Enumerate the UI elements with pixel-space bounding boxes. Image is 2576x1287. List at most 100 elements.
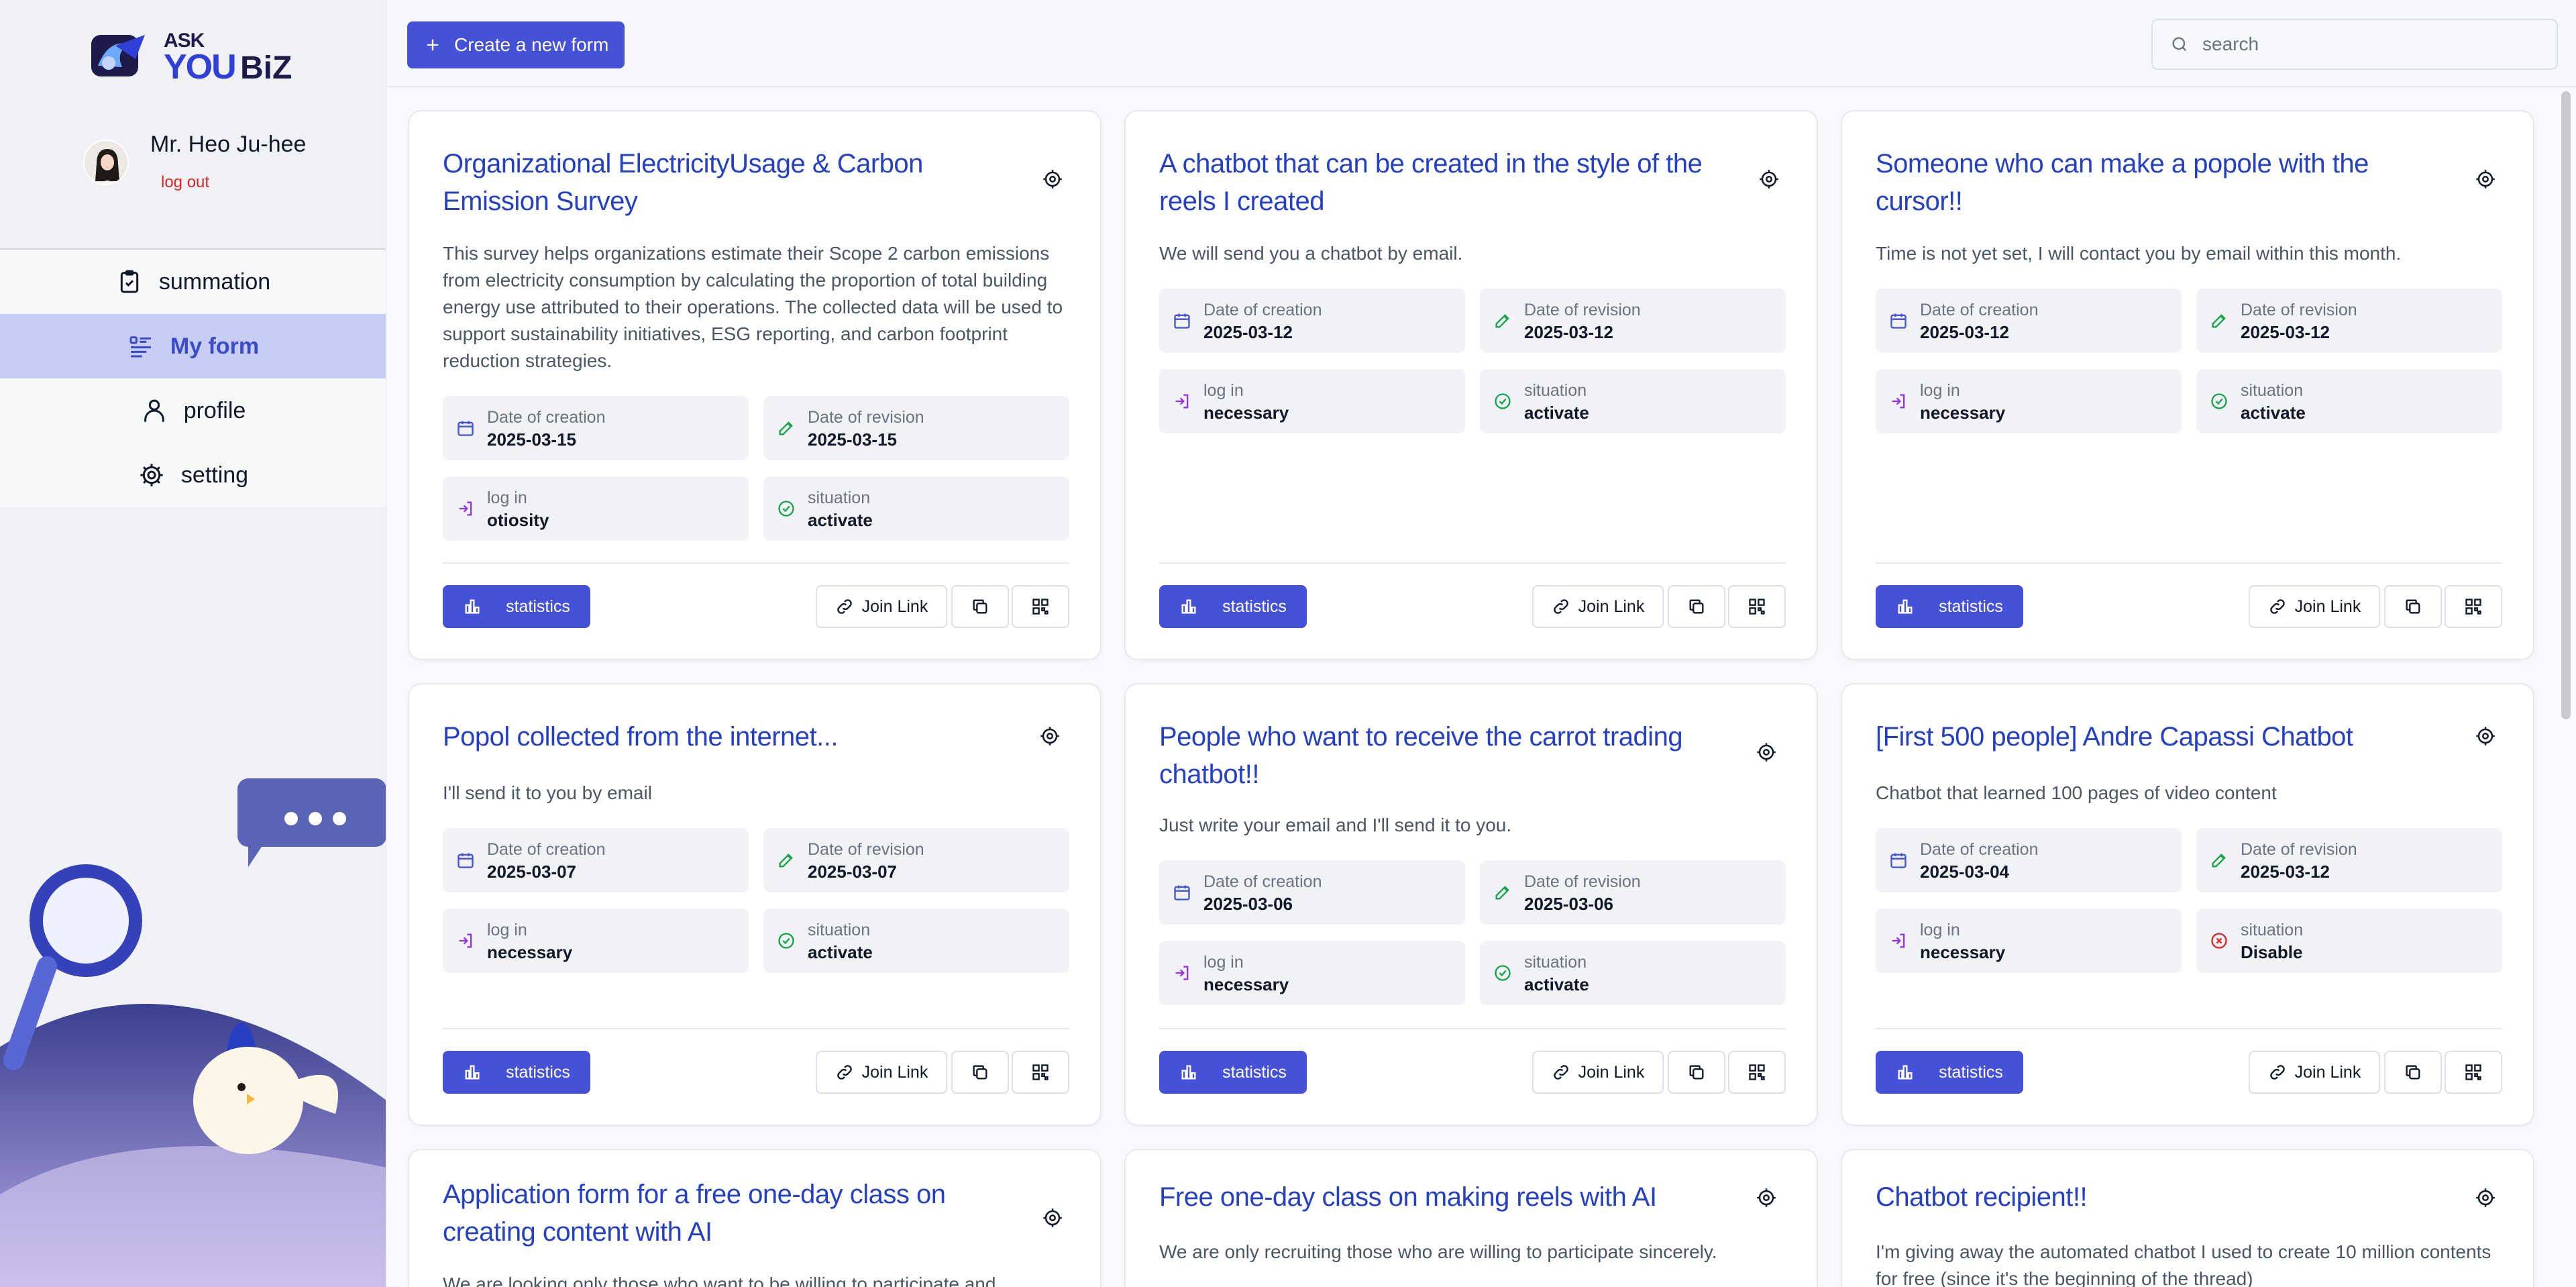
creation-value: 2025-03-06 <box>1203 894 1293 914</box>
card-settings-icon[interactable] <box>1042 1208 1063 1228</box>
login-value: necessary <box>1920 403 2006 423</box>
edit-icon <box>2212 314 2226 328</box>
bar-chart-icon <box>1181 1065 1196 1080</box>
card-title[interactable]: Popol collected from the internet... <box>443 718 1020 756</box>
join-link-button[interactable]: Join Link <box>1532 1051 1664 1094</box>
statistics-button[interactable]: statistics <box>443 585 590 628</box>
join-link-button[interactable]: Join Link <box>2249 1051 2380 1094</box>
revision-label: Date of revision <box>2241 301 2357 319</box>
login-label: log in <box>1920 381 1960 400</box>
card-title[interactable]: Someone who can make a popole with the c… <box>1876 145 2453 220</box>
check-circle-icon <box>778 501 794 517</box>
logout-link[interactable]: log out <box>161 173 209 192</box>
sidebar: ASK YOU BiZ Mr. Heo Ju-hee log out summa… <box>0 0 386 1287</box>
statistics-button[interactable]: statistics <box>1159 1051 1307 1094</box>
login-value: otiosity <box>487 510 549 530</box>
check-circle-icon <box>2211 393 2227 409</box>
statistics-button[interactable]: statistics <box>1876 585 2023 628</box>
card-title[interactable]: Chatbot recipient!! <box>1876 1178 2453 1216</box>
card-title[interactable]: Free one-day class on making reels with … <box>1159 1178 1736 1216</box>
copy-button[interactable] <box>1668 1051 1725 1094</box>
calendar-icon <box>1174 885 1190 900</box>
card-settings-icon[interactable] <box>1756 742 1776 762</box>
calendar-icon <box>1174 313 1190 329</box>
login-label: log in <box>1920 921 1960 939</box>
login-requirement: log in necessary <box>1876 369 2182 433</box>
login-label: log in <box>1203 381 1244 400</box>
edit-icon <box>779 421 793 435</box>
copy-button[interactable] <box>951 1051 1009 1094</box>
creation-date: Date of creation 2025-03-07 <box>443 828 749 892</box>
join-link-button[interactable]: Join Link <box>2249 585 2380 628</box>
card-settings-icon[interactable] <box>1040 726 1060 746</box>
join-link-button[interactable]: Join Link <box>1532 585 1664 628</box>
qr-code-button[interactable] <box>2445 585 2502 628</box>
revision-label: Date of revision <box>1524 872 1641 891</box>
form-card: Chatbot recipient!! I'm giving away the … <box>1841 1149 2534 1287</box>
card-description: Time is not yet set, I will contact you … <box>1876 243 2402 264</box>
qr-code-button[interactable] <box>1012 1051 1069 1094</box>
card-title[interactable]: Organizational ElectricityUsage & Carbon… <box>443 145 1020 220</box>
qr-code-button[interactable] <box>1728 1051 1786 1094</box>
login-icon <box>1175 394 1189 409</box>
brand-logo[interactable]: ASK YOU BiZ <box>89 28 303 89</box>
card-title[interactable]: People who want to receive the carrot tr… <box>1159 718 1736 793</box>
card-description: We are looking only those who want to be… <box>443 1274 1002 1287</box>
create-form-button[interactable]: Create a new form <box>407 21 625 68</box>
card-settings-icon[interactable] <box>2475 726 2496 746</box>
sidebar-item-label: summation <box>158 268 271 295</box>
situation-value: activate <box>808 942 873 962</box>
card-description: We are only recruiting those who are wil… <box>1159 1241 1717 1262</box>
revision-date: Date of revision 2025-03-12 <box>1480 289 1786 353</box>
card-settings-icon[interactable] <box>1042 169 1063 189</box>
revision-value: 2025-03-07 <box>808 862 897 882</box>
sidebar-item-summation[interactable]: summation <box>0 250 386 314</box>
statistics-button[interactable]: statistics <box>1159 585 1307 628</box>
form-card: People who want to receive the carrot tr… <box>1124 683 1818 1126</box>
revision-value: 2025-03-12 <box>2241 322 2330 342</box>
card-settings-icon[interactable] <box>2475 169 2496 189</box>
card-description: Just write your email and I'll send it t… <box>1159 815 1512 835</box>
topbar: Create a new form <box>387 0 2576 87</box>
creation-label: Date of creation <box>487 408 606 427</box>
qr-code-button[interactable] <box>2445 1051 2502 1094</box>
search-input[interactable] <box>2202 34 2538 55</box>
edit-icon <box>2212 854 2226 868</box>
card-settings-icon[interactable] <box>1759 169 1779 189</box>
statistics-button[interactable]: statistics <box>443 1051 590 1094</box>
copy-button[interactable] <box>2384 585 2442 628</box>
situation-status: situation Disable <box>2196 909 2502 973</box>
sidebar-item-my-form[interactable]: My form <box>0 314 386 378</box>
card-title[interactable]: Application form for a free one-day clas… <box>443 1176 1020 1251</box>
card-settings-icon[interactable] <box>1756 1188 1776 1208</box>
join-link-label: Join Link <box>861 1062 928 1082</box>
copy-button[interactable] <box>1668 585 1725 628</box>
edit-icon <box>779 854 793 868</box>
copy-button[interactable] <box>2384 1051 2442 1094</box>
creation-value: 2025-03-15 <box>487 429 576 450</box>
qr-code-button[interactable] <box>1012 585 1069 628</box>
creation-value: 2025-03-07 <box>487 862 576 882</box>
login-icon <box>1892 933 1905 948</box>
form-card: Free one-day class on making reels with … <box>1124 1149 1818 1287</box>
sidebar-item-setting[interactable]: setting <box>0 443 386 507</box>
statistics-button[interactable]: statistics <box>1876 1051 2023 1094</box>
card-title[interactable]: A chatbot that can be created in the sty… <box>1159 145 1736 220</box>
vertical-scrollbar[interactable] <box>2559 89 2573 1287</box>
qr-code-button[interactable] <box>1728 585 1786 628</box>
card-settings-icon[interactable] <box>2475 1188 2496 1208</box>
login-requirement: log in otiosity <box>443 476 749 541</box>
join-link-label: Join Link <box>861 597 928 616</box>
card-title[interactable]: [First 500 people] Andre Capassi Chatbot <box>1876 718 2453 756</box>
login-label: log in <box>487 921 527 939</box>
revision-value: 2025-03-15 <box>808 429 897 450</box>
join-link-button[interactable]: Join Link <box>816 1051 947 1094</box>
join-link-button[interactable]: Join Link <box>816 585 947 628</box>
login-value: necessary <box>1920 942 2006 962</box>
sidebar-item-profile[interactable]: profile <box>0 378 386 443</box>
copy-button[interactable] <box>951 585 1009 628</box>
scrollbar-thumb[interactable] <box>2561 91 2571 719</box>
login-icon <box>459 933 472 948</box>
creation-label: Date of creation <box>487 840 606 859</box>
clipboard-icon <box>120 270 139 293</box>
